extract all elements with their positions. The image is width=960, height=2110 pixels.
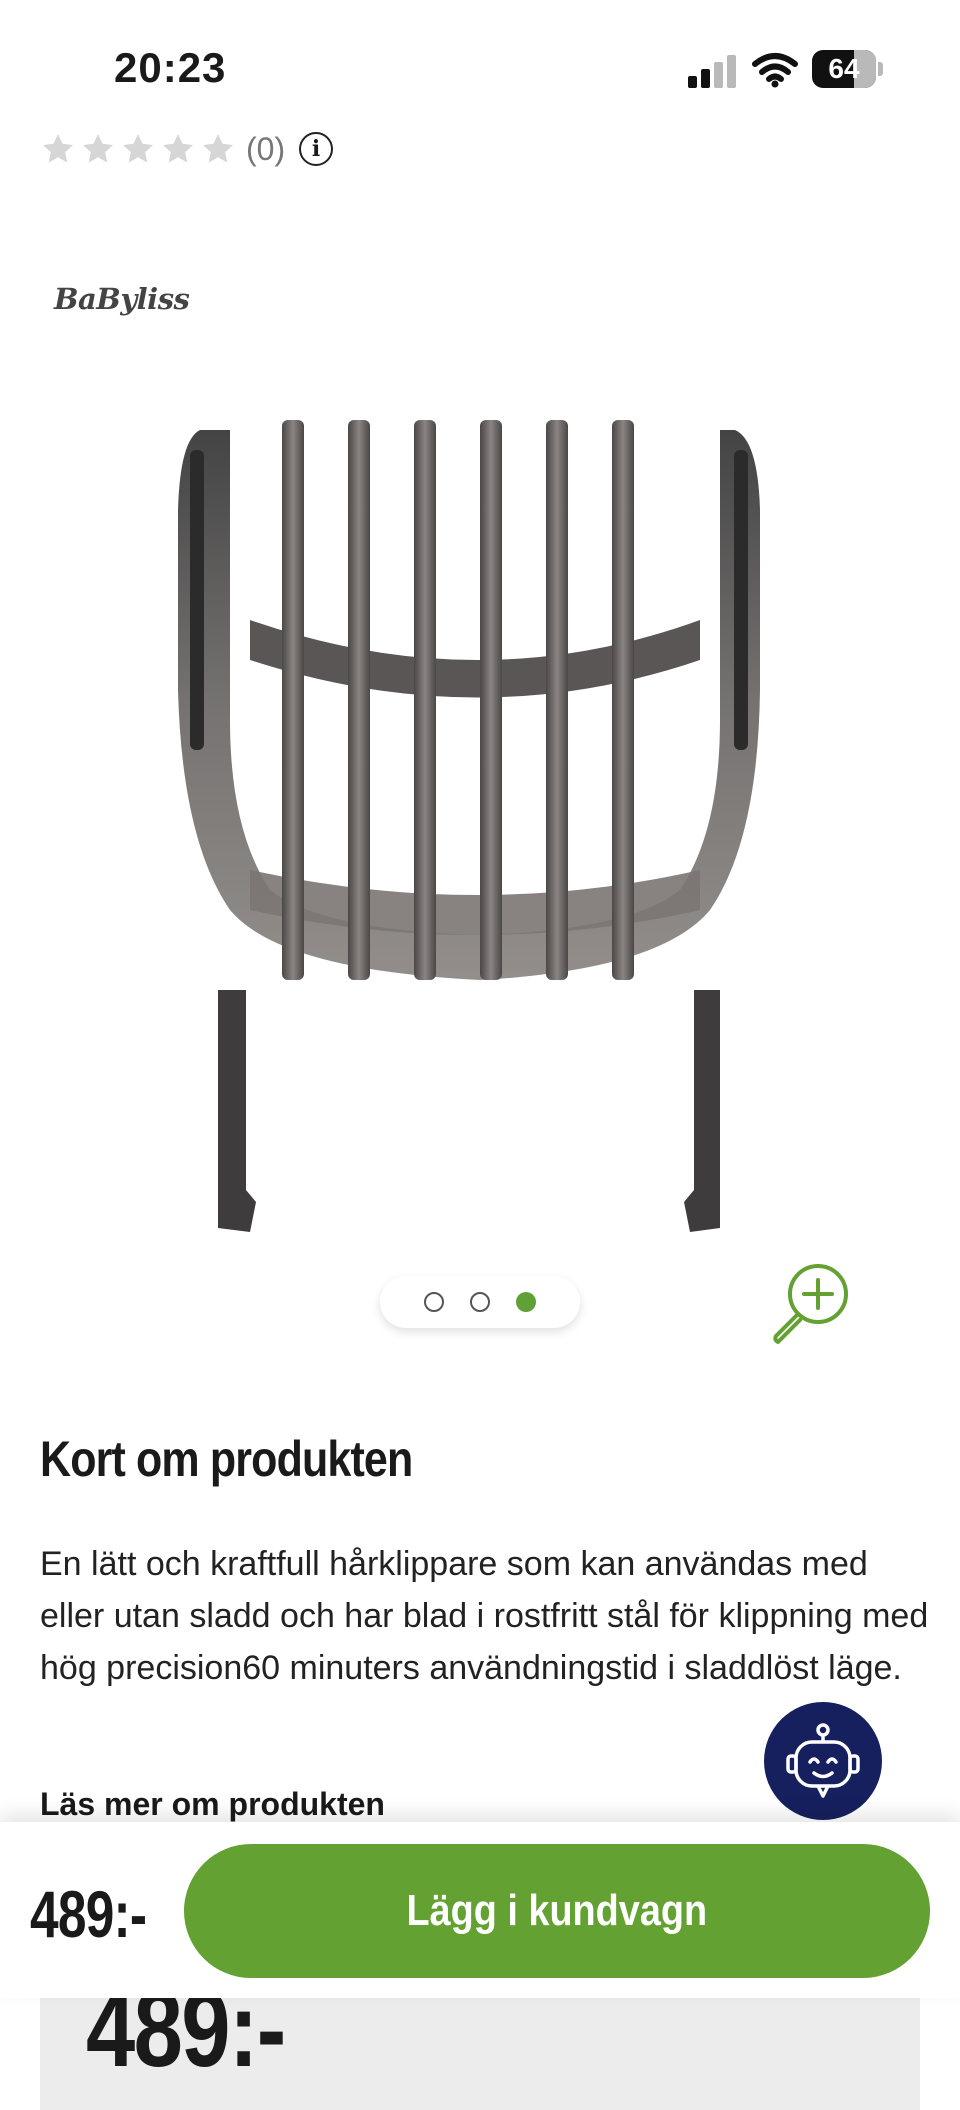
product-description: En lätt och kraftfull hårklippare som ka… [40, 1545, 929, 1687]
chat-bot-icon [786, 1723, 860, 1798]
rating-row[interactable]: (0) i [40, 126, 334, 172]
read-more-link[interactable]: Läs mer om produkten [40, 1786, 385, 1823]
star-icon [203, 134, 233, 163]
carousel-pagination[interactable] [380, 1276, 580, 1328]
clock: 20:23 [114, 44, 227, 91]
add-to-cart-label: Lägg i kundvagn [406, 1886, 708, 1935]
signal-icon [688, 54, 738, 88]
info-icon[interactable]: i [299, 132, 334, 166]
rating-stars [40, 131, 236, 167]
star-icon [43, 134, 73, 163]
section-heading: Kort om produkten [40, 1431, 413, 1487]
zoom-in-icon[interactable] [768, 1256, 860, 1348]
star-icon [123, 134, 153, 163]
wifi-icon [752, 53, 798, 88]
sticky-price: 489:- [30, 1877, 147, 1951]
carousel-dot-1[interactable] [424, 1292, 444, 1312]
chat-bot-button[interactable] [764, 1702, 882, 1820]
star-icon [163, 134, 193, 163]
status-bar: 20:23 64 [0, 0, 960, 140]
star-icon [83, 134, 113, 163]
info-glyph: i [311, 136, 321, 162]
battery-icon: 64 [812, 50, 876, 88]
battery-level: 64 [828, 53, 860, 84]
add-to-cart-button[interactable]: Lägg i kundvagn [184, 1844, 930, 1978]
carousel-dot-2[interactable] [470, 1292, 490, 1312]
review-count: (0) [246, 130, 286, 167]
product-image[interactable] [160, 390, 800, 1250]
battery-tip [878, 62, 883, 76]
carousel-dot-3-active[interactable] [516, 1292, 536, 1312]
brand-logo[interactable]: BaByliss [54, 282, 190, 316]
